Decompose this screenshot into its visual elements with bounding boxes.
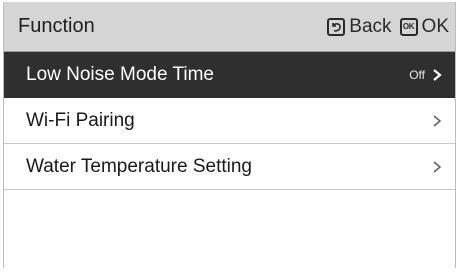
menu-item-wifi-pairing[interactable]: Wi-Fi Pairing <box>4 98 455 144</box>
chevron-right-icon <box>433 160 442 173</box>
menu-item-value: Off <box>409 67 425 82</box>
chevron-right-icon <box>433 114 442 127</box>
key-hints: Back OK OK <box>327 16 449 38</box>
chevron-right-icon <box>433 68 442 81</box>
title-bar: Function Back OK OK <box>4 2 455 52</box>
menu-item-label: Low Noise Mode Time <box>26 63 214 85</box>
page-title: Function <box>18 15 95 37</box>
menu-item-right <box>431 160 443 174</box>
menu-item-low-noise-mode-time[interactable]: Low Noise Mode Time Off <box>4 52 455 98</box>
menu-item-right: Off <box>409 68 443 82</box>
function-menu: Low Noise Mode Time Off Wi-Fi Pairing Wa… <box>4 52 455 190</box>
ok-label: OK <box>421 15 449 37</box>
back-hint[interactable]: Back <box>327 15 392 38</box>
back-label: Back <box>349 15 392 37</box>
menu-item-water-temperature-setting[interactable]: Water Temperature Setting <box>4 144 455 190</box>
function-screen: Function Back OK OK Low Noise Mode Time … <box>3 2 456 268</box>
ok-icon: OK <box>399 17 418 36</box>
ok-hint[interactable]: OK OK <box>399 15 449 38</box>
menu-item-label: Wi-Fi Pairing <box>26 109 135 131</box>
back-icon <box>327 17 346 36</box>
menu-item-right <box>431 114 443 128</box>
menu-item-label: Water Temperature Setting <box>26 155 252 177</box>
